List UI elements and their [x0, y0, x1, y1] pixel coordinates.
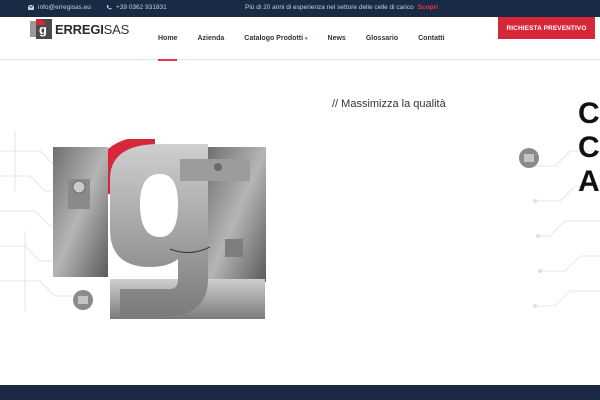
- request-quote-label: RICHIESTA PREVENTIVO: [506, 24, 587, 32]
- hero-tagline: // Massimizza la qualità: [332, 98, 446, 110]
- nav-azienda-label: Azienda: [197, 35, 225, 42]
- promo-text: Più di 20 anni di esperienza nel settore…: [245, 4, 414, 11]
- nav-news[interactable]: News: [328, 35, 346, 42]
- hero-section: // Massimizza la qualità C C A: [0, 61, 600, 385]
- erregi-logo-icon: g: [30, 19, 52, 39]
- nav-news-label: News: [327, 35, 346, 42]
- phone-icon: [106, 5, 112, 10]
- nav-azienda[interactable]: Azienda: [197, 35, 224, 42]
- headline-letter-3: A: [578, 165, 600, 198]
- headline-letter-1: C: [578, 97, 600, 130]
- nav-glossario-label: Glossario: [365, 35, 399, 42]
- headline-letter-2: C: [578, 131, 600, 164]
- top-bar: info@erregisas.eu +39 0362 931831 Più di…: [0, 0, 600, 17]
- thumbnail-circle-left[interactable]: [73, 290, 93, 310]
- logo[interactable]: g ERREGISAS: [30, 19, 129, 39]
- topbar-promo: Più di 20 anni di esperienza nel settore…: [245, 4, 438, 11]
- logo-text-bold: ERREGI: [55, 21, 104, 37]
- hero-headline-clipped: C C A: [578, 97, 600, 199]
- chevron-down-icon: ▾: [305, 36, 308, 42]
- nav-catalogo-label: Catalogo Prodotti: [244, 35, 304, 42]
- topbar-email[interactable]: info@erregisas.eu: [28, 4, 91, 11]
- bottom-section-bar: [0, 385, 600, 400]
- thumbnail-circle-right[interactable]: [519, 148, 539, 168]
- nav-glossario[interactable]: Glossario: [366, 35, 398, 42]
- request-quote-button[interactable]: RICHIESTA PREVENTIVO: [498, 17, 595, 39]
- phone-text[interactable]: +39 0362 931831: [116, 4, 167, 11]
- email-text[interactable]: info@erregisas.eu: [38, 4, 91, 11]
- topbar-phone[interactable]: +39 0362 931831: [106, 4, 167, 11]
- promo-link[interactable]: Scopri: [418, 4, 438, 11]
- logo-text-light: SAS: [103, 21, 130, 37]
- nav-contatti[interactable]: Contatti: [418, 35, 444, 42]
- envelope-icon: [28, 5, 34, 10]
- svg-text:g: g: [39, 22, 47, 37]
- nav-home[interactable]: Home: [158, 35, 178, 61]
- main-nav: Home Azienda Catalogo Prodotti ▾ News Glo…: [158, 35, 465, 61]
- logo-text: ERREGISAS: [55, 22, 129, 37]
- site-header: g ERREGISAS Home Azienda Catalogo Prodot…: [0, 17, 600, 61]
- nav-home-label: Home: [158, 35, 178, 42]
- nav-catalogo-prodotti[interactable]: Catalogo Prodotti ▾: [244, 35, 307, 42]
- nav-contatti-label: Contatti: [418, 35, 445, 42]
